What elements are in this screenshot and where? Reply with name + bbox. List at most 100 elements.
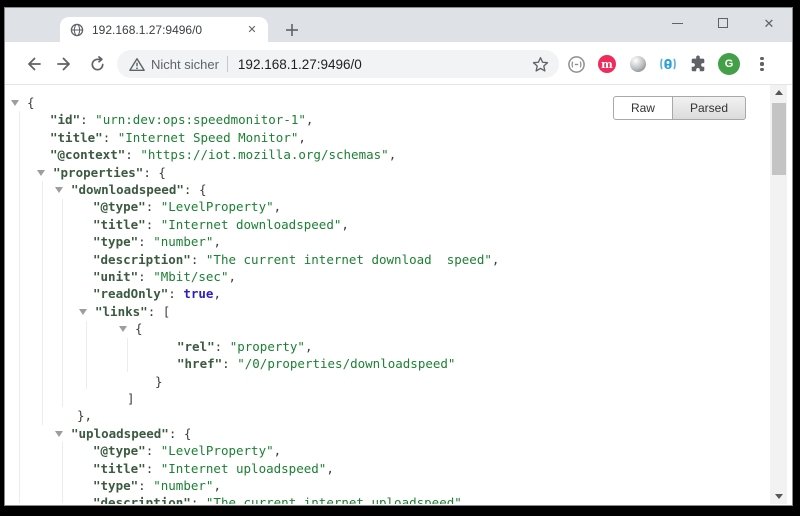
json-token: "https://iot.mozilla.org/schemas" xyxy=(140,147,388,162)
close-icon: ✕ xyxy=(764,17,775,30)
json-line: ] xyxy=(5,390,792,407)
json-token: "uploadspeed" xyxy=(71,426,169,441)
json-token: "id" xyxy=(50,112,80,127)
collapse-triangle-icon[interactable] xyxy=(11,100,19,106)
collapse-triangle-icon[interactable] xyxy=(55,431,63,437)
json-token: : xyxy=(222,356,237,371)
tab-title: 192.168.1.27:9496/0 xyxy=(92,23,244,37)
json-token: "number" xyxy=(153,234,213,249)
close-button[interactable]: ✕ xyxy=(746,8,792,38)
maximize-button[interactable] xyxy=(700,8,746,38)
json-token: ] xyxy=(127,391,135,406)
browser-window: 192.168.1.27:9496/0 ✕ ✕ xyxy=(5,8,792,505)
json-token: : xyxy=(146,217,161,232)
extensions-puzzle-icon[interactable] xyxy=(685,51,711,77)
json-line: "links": [ xyxy=(5,303,792,320)
scrollbar-thumb[interactable] xyxy=(772,103,786,175)
json-token: "property" xyxy=(230,339,305,354)
new-tab-button[interactable] xyxy=(281,19,303,41)
maximize-icon xyxy=(718,18,728,28)
raw-button[interactable]: Raw xyxy=(613,96,673,120)
profile-avatar[interactable]: G xyxy=(716,51,742,77)
scroll-up-icon[interactable] xyxy=(770,85,787,100)
scroll-down-icon[interactable] xyxy=(770,489,787,504)
json-line: "downloadspeed": { xyxy=(5,181,792,198)
json-token: : { xyxy=(169,426,192,441)
address-bar[interactable]: Nicht sicher 192.168.1.27:9496/0 xyxy=(117,50,559,78)
json-token: "title" xyxy=(93,461,146,476)
window-controls: ✕ xyxy=(654,8,792,42)
json-line: "title": "Internet uploadspeed", xyxy=(5,460,792,477)
json-token: "unit" xyxy=(93,269,138,284)
ext-m-letter: m xyxy=(598,55,616,73)
back-button[interactable] xyxy=(19,50,47,78)
json-token: , xyxy=(305,339,313,354)
forward-button[interactable] xyxy=(51,50,79,78)
security-label[interactable]: Nicht sicher xyxy=(151,57,219,72)
not-secure-warning-icon[interactable] xyxy=(129,57,145,72)
json-line: "title": "Internet downloadspeed", xyxy=(5,216,792,233)
json-token: , xyxy=(228,269,236,284)
collapse-triangle-icon[interactable] xyxy=(119,326,127,332)
json-token: : xyxy=(125,147,140,162)
json-token: : xyxy=(138,234,153,249)
json-token: } xyxy=(155,374,163,389)
bookmark-star-icon[interactable] xyxy=(532,56,549,73)
json-token: , xyxy=(341,217,349,232)
json-token: true xyxy=(183,286,213,301)
json-token: "@type" xyxy=(93,199,146,214)
vertical-scrollbar[interactable] xyxy=(770,85,787,504)
json-line: "@type": "LevelProperty", xyxy=(5,442,792,459)
minimize-button[interactable] xyxy=(654,8,700,38)
page-content: {"id": "urn:dev:ops:speedmonitor-1","tit… xyxy=(5,85,792,504)
parsed-button[interactable]: Parsed xyxy=(672,96,746,120)
json-token: , xyxy=(274,199,282,214)
json-line: "type": "number", xyxy=(5,477,792,494)
extension-m-badge-icon[interactable]: m xyxy=(594,51,620,77)
json-token: "title" xyxy=(50,130,103,145)
omnibox-divider xyxy=(227,56,228,72)
extension-sphere-icon[interactable] xyxy=(625,51,651,77)
collapse-triangle-icon[interactable] xyxy=(79,309,87,315)
json-token: "description" xyxy=(93,252,191,267)
globe-favicon-icon xyxy=(70,23,84,37)
url-text[interactable]: 192.168.1.27:9496/0 xyxy=(238,57,532,72)
three-dots-glyph xyxy=(760,57,763,72)
extension-robot-icon[interactable] xyxy=(655,51,681,77)
json-lines: {"id": "urn:dev:ops:speedmonitor-1","tit… xyxy=(5,85,792,504)
json-token: , xyxy=(298,130,306,145)
json-token: , xyxy=(389,147,397,162)
json-token: , xyxy=(306,112,314,127)
minimize-icon xyxy=(672,23,683,24)
json-token: "links" xyxy=(95,304,148,319)
json-line: "description": "The current internet upl… xyxy=(5,494,792,504)
json-token: { xyxy=(135,321,143,336)
collapse-triangle-icon[interactable] xyxy=(55,187,63,193)
json-token: , xyxy=(213,234,221,249)
json-token: "properties" xyxy=(53,165,143,180)
browser-toolbar: Nicht sicher 192.168.1.27:9496/0 m xyxy=(5,42,792,85)
json-token: : xyxy=(215,339,230,354)
json-token: : xyxy=(146,199,161,214)
avatar-initial: G xyxy=(718,53,740,75)
json-token: : xyxy=(80,112,95,127)
json-line: "uploadspeed": { xyxy=(5,425,792,442)
json-token: "LevelProperty" xyxy=(161,443,274,458)
json-line: "href": "/0/properties/downloadspeed" xyxy=(5,355,792,372)
json-token: : xyxy=(138,269,153,284)
collapse-triangle-icon[interactable] xyxy=(37,170,45,176)
menu-kebab-icon[interactable] xyxy=(749,51,775,77)
json-token: "urn:dev:ops:speedmonitor-1" xyxy=(95,112,306,127)
json-token: "/0/properties/downloadspeed" xyxy=(237,356,455,371)
json-token: "number" xyxy=(153,478,213,493)
json-token: "type" xyxy=(93,478,138,493)
json-line: "rel": "property", xyxy=(5,338,792,355)
json-token: "Internet Speed Monitor" xyxy=(118,130,299,145)
tab-close-icon[interactable]: ✕ xyxy=(244,22,260,38)
reload-button[interactable] xyxy=(83,50,111,78)
json-token: "@type" xyxy=(93,443,146,458)
extension-circle-dash-icon[interactable] xyxy=(563,51,589,77)
browser-tab[interactable]: 192.168.1.27:9496/0 ✕ xyxy=(60,17,268,42)
json-token: "@context" xyxy=(50,147,125,162)
json-token: "LevelProperty" xyxy=(161,199,274,214)
